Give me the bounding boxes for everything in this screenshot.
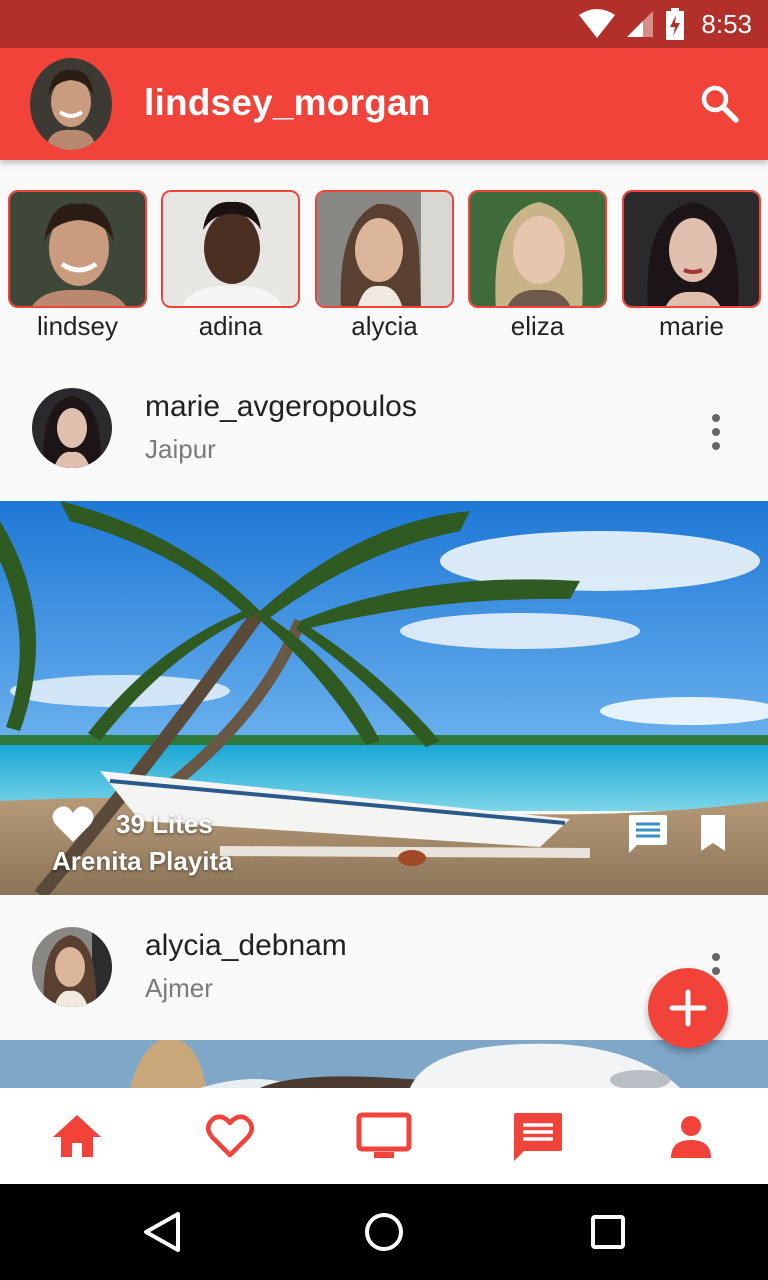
app-title: lindsey_morgan bbox=[144, 82, 431, 123]
bookmark-icon[interactable] bbox=[698, 813, 728, 853]
back-icon[interactable] bbox=[140, 1210, 184, 1254]
story-label: alycia bbox=[351, 311, 418, 341]
tv-icon bbox=[356, 1112, 412, 1158]
comment-icon[interactable] bbox=[627, 813, 669, 855]
nav-tv[interactable] bbox=[307, 1088, 461, 1184]
stories-row: lindsey adina alycia eliza marie bbox=[0, 160, 768, 360]
place-name: Arenita Playita bbox=[52, 846, 233, 876]
more-vert-icon[interactable] bbox=[704, 412, 728, 452]
recents-icon[interactable] bbox=[586, 1210, 630, 1254]
profile-avatar[interactable] bbox=[30, 58, 112, 150]
story-thumbnail bbox=[468, 190, 607, 308]
app-screen: 8:53 lindsey_morgan lindsey adina alycia… bbox=[0, 0, 768, 1280]
home-icon bbox=[52, 1115, 101, 1157]
person-icon bbox=[671, 1116, 712, 1158]
likes-row: 39 Lites bbox=[52, 805, 213, 843]
status-bar: 8:53 bbox=[0, 0, 768, 48]
heart-icon bbox=[206, 1114, 255, 1158]
plus-icon bbox=[669, 989, 707, 1027]
nav-home[interactable] bbox=[0, 1088, 154, 1184]
story-label: adina bbox=[198, 311, 263, 341]
nav-profile[interactable] bbox=[614, 1088, 768, 1184]
story-marie[interactable]: marie bbox=[622, 190, 761, 342]
post-username[interactable]: marie_avgeropoulos bbox=[145, 390, 417, 424]
home-circle-icon[interactable] bbox=[362, 1210, 406, 1254]
story-label: marie bbox=[658, 311, 724, 341]
post-header: marie_avgeropoulos Jaipur bbox=[0, 360, 768, 500]
search-icon[interactable] bbox=[698, 82, 742, 126]
post-image[interactable]: 39 Lites Arenita Playita bbox=[0, 501, 768, 895]
post-username[interactable]: alycia_debnam bbox=[145, 929, 347, 963]
post-location: Ajmer bbox=[145, 973, 213, 1003]
signal-icon bbox=[627, 11, 654, 37]
add-post-button[interactable] bbox=[648, 968, 728, 1048]
wifi-icon bbox=[579, 9, 616, 38]
app-bar: lindsey_morgan bbox=[0, 48, 768, 160]
bottom-navigation bbox=[0, 1088, 768, 1184]
story-thumbnail bbox=[315, 190, 454, 308]
heart-filled-icon[interactable] bbox=[52, 805, 94, 843]
story-eliza[interactable]: eliza bbox=[468, 190, 607, 342]
clock: 8:53 bbox=[701, 8, 752, 39]
story-thumbnail bbox=[8, 190, 147, 308]
nav-messages[interactable] bbox=[461, 1088, 615, 1184]
likes-count: 39 Lites bbox=[116, 808, 213, 839]
system-navigation-bar bbox=[0, 1184, 768, 1280]
post-location: Jaipur bbox=[145, 434, 216, 464]
story-thumbnail bbox=[622, 190, 761, 308]
story-adina[interactable]: adina bbox=[161, 190, 300, 342]
story-label: eliza bbox=[510, 311, 565, 341]
post-avatar[interactable] bbox=[32, 927, 112, 1007]
nav-favorites[interactable] bbox=[154, 1088, 308, 1184]
post-avatar[interactable] bbox=[32, 388, 112, 468]
battery-charging-icon bbox=[666, 8, 685, 40]
story-alycia[interactable]: alycia bbox=[315, 190, 454, 342]
story-lindsey[interactable]: lindsey bbox=[8, 190, 147, 342]
story-thumbnail bbox=[161, 190, 300, 308]
chat-icon bbox=[513, 1113, 562, 1161]
story-label: lindsey bbox=[37, 311, 118, 341]
